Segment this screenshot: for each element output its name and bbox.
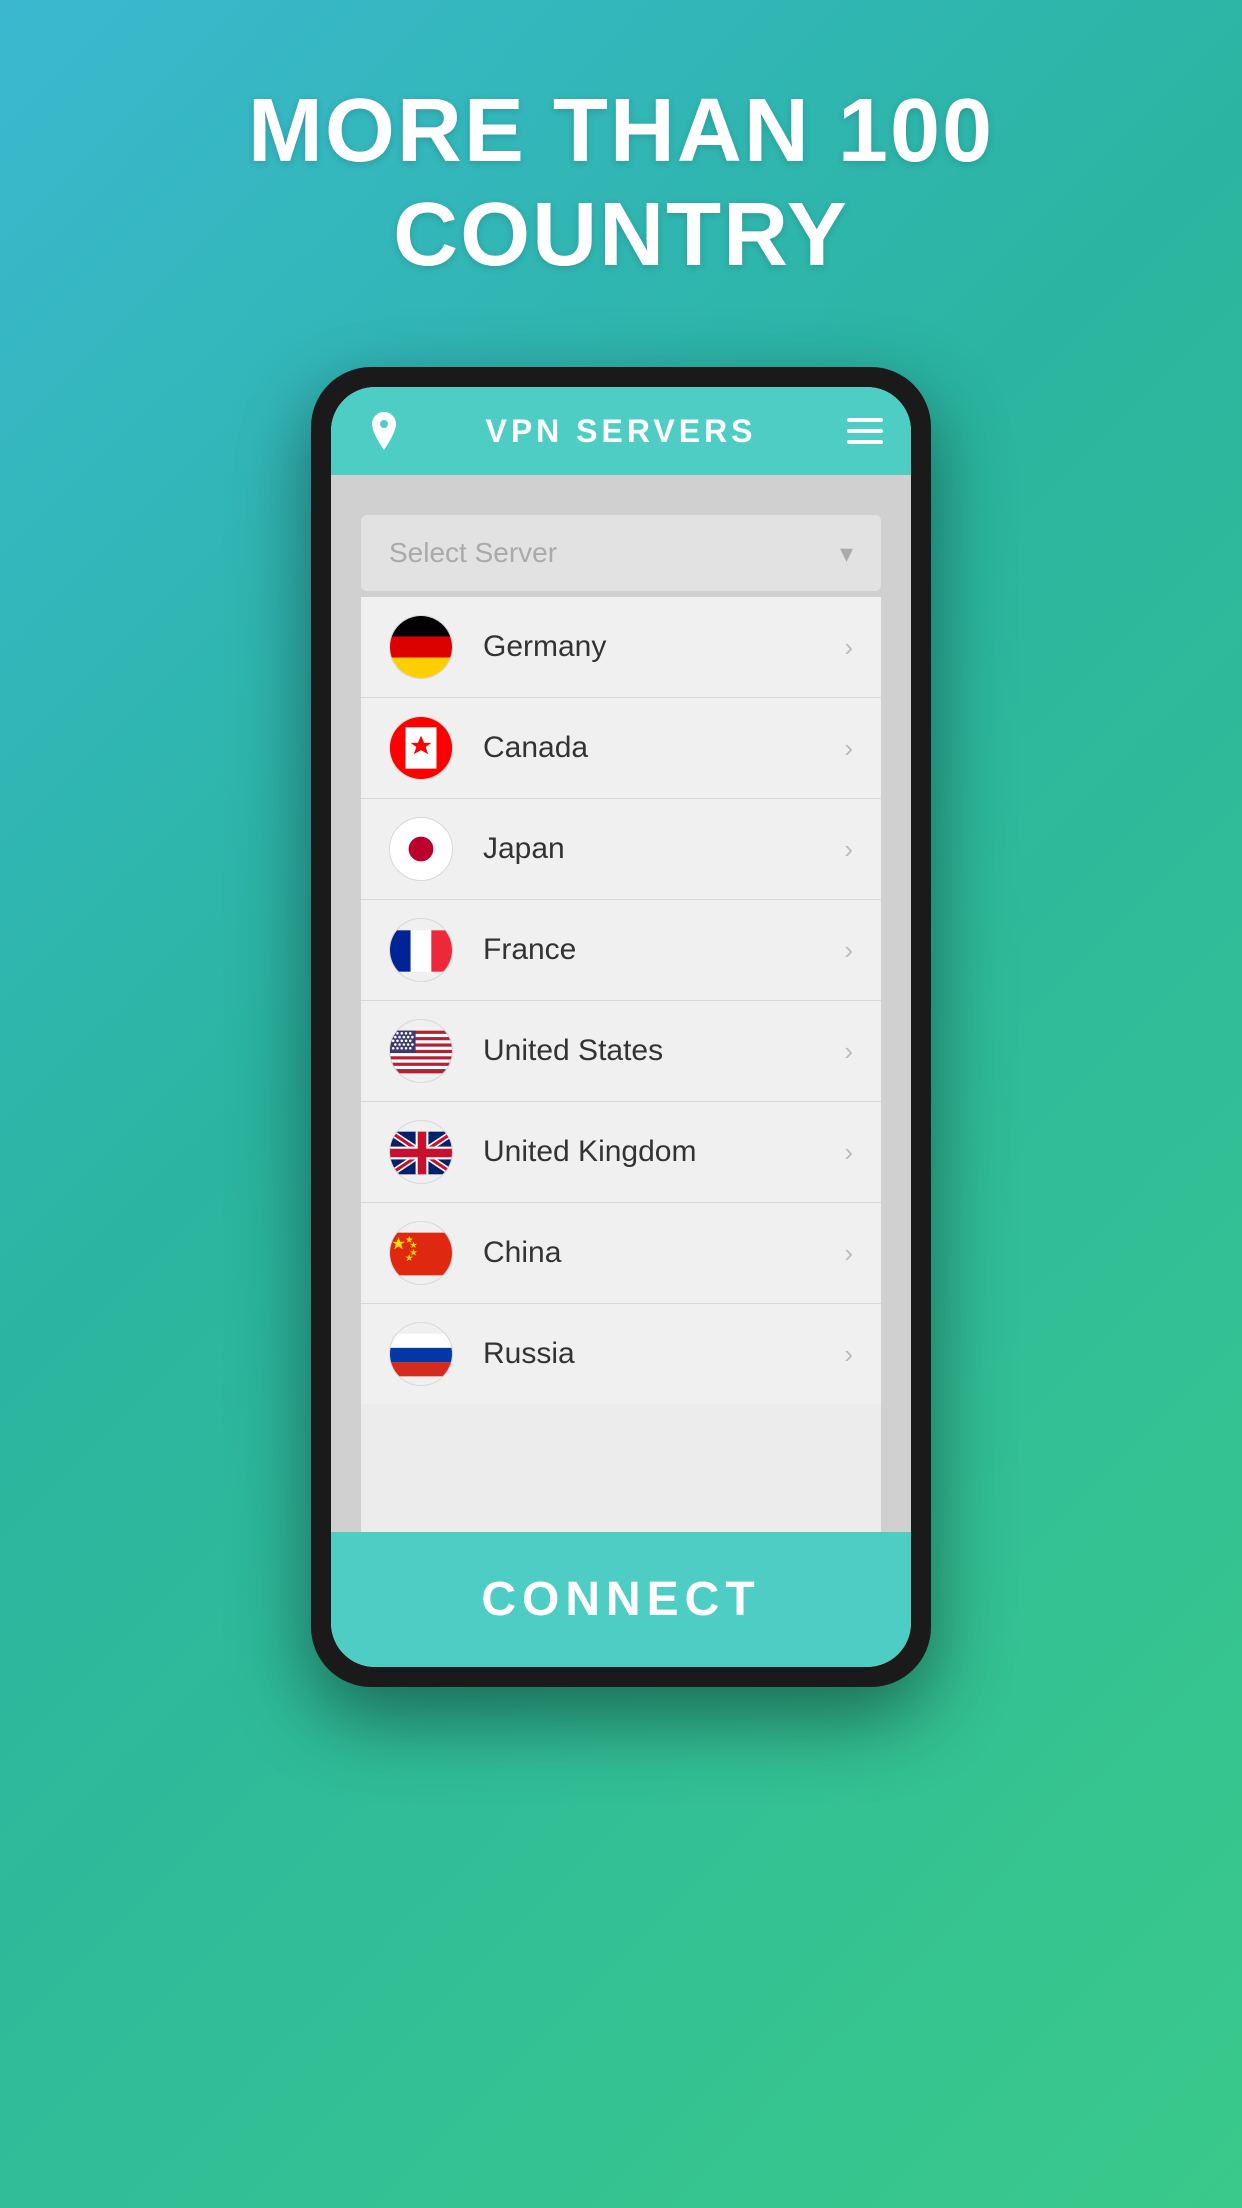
country-name: United States: [483, 1034, 844, 1068]
list-item[interactable]: Japan ›: [361, 799, 881, 900]
list-item[interactable]: Germany ›: [361, 597, 881, 698]
location-pin-icon: [367, 412, 401, 450]
chevron-right-icon: ›: [844, 632, 853, 663]
flag-japan: [389, 817, 453, 881]
country-name: France: [483, 933, 844, 967]
list-item[interactable]: United Kingdom ›: [361, 1102, 881, 1203]
list-item[interactable]: Russia ›: [361, 1304, 881, 1404]
chevron-right-icon: ›: [844, 733, 853, 764]
flag-china: [389, 1221, 453, 1285]
country-name: Germany: [483, 630, 844, 664]
menu-line-2: [847, 429, 883, 433]
flag-france: [389, 918, 453, 982]
menu-line-3: [847, 440, 883, 444]
chevron-right-icon: ›: [844, 1238, 853, 1269]
flag-uk: [389, 1120, 453, 1184]
country-name: United Kingdom: [483, 1135, 844, 1169]
list-item[interactable]: Canada ›: [361, 698, 881, 799]
connect-button[interactable]: CONNECT: [331, 1532, 911, 1667]
select-server-dropdown[interactable]: Select Server ▾: [361, 515, 881, 591]
menu-button[interactable]: [833, 406, 883, 456]
headline: MORE THAN 100 COUNTRY: [248, 80, 994, 287]
country-name: Japan: [483, 832, 844, 866]
list-item[interactable]: China ›: [361, 1203, 881, 1304]
app-title: VPN SERVERS: [409, 413, 833, 450]
list-item[interactable]: United States ›: [361, 1001, 881, 1102]
chevron-right-icon: ›: [844, 935, 853, 966]
flag-russia: [389, 1322, 453, 1386]
app-bar: VPN SERVERS: [331, 387, 911, 475]
country-name: Russia: [483, 1337, 844, 1371]
chevron-right-icon: ›: [844, 1339, 853, 1370]
chevron-right-icon: ›: [844, 1036, 853, 1067]
country-name: Canada: [483, 731, 844, 765]
list-item[interactable]: France ›: [361, 900, 881, 1001]
app-logo: [359, 406, 409, 456]
flag-canada: [389, 716, 453, 780]
select-server-placeholder: Select Server: [389, 537, 557, 569]
chevron-down-icon: ▾: [840, 538, 853, 569]
chevron-right-icon: ›: [844, 1137, 853, 1168]
flag-germany: [389, 615, 453, 679]
phone-mockup: VPN SERVERS Select Server ▾: [311, 367, 931, 1687]
flag-us: [389, 1019, 453, 1083]
country-list: Germany › Canada: [361, 597, 881, 1532]
menu-line-1: [847, 418, 883, 422]
chevron-right-icon: ›: [844, 834, 853, 865]
country-name: China: [483, 1236, 844, 1270]
